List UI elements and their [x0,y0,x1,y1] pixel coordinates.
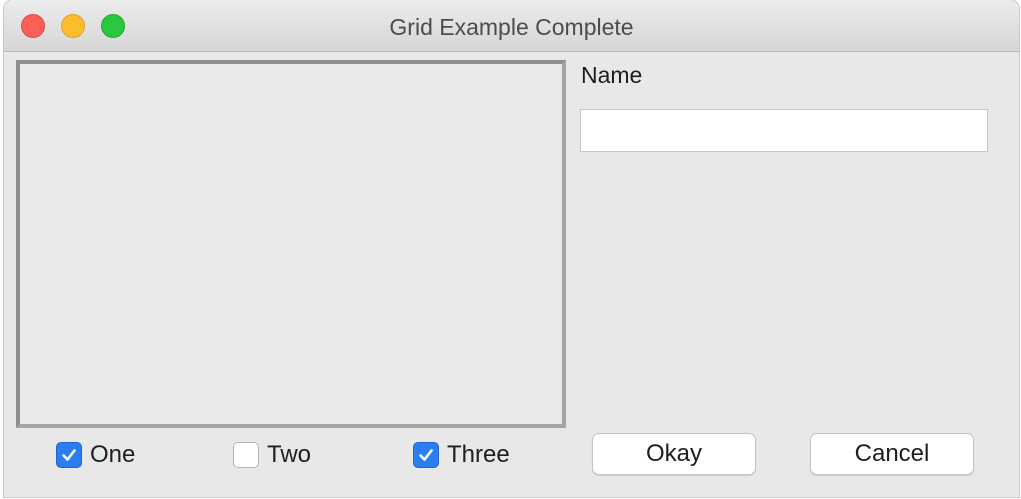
checkbox-three-label: Three [447,441,510,468]
checkbox-one[interactable]: One [56,441,135,469]
close-window-button[interactable] [21,14,45,38]
checkmark-icon [419,449,433,461]
zoom-window-button[interactable] [101,14,125,38]
minimize-window-button[interactable] [61,14,85,38]
app-window: Grid Example Complete Name One Two Three… [4,0,1019,497]
name-label: Name [581,62,643,88]
checkbox-three-box[interactable] [413,442,439,468]
name-input[interactable] [580,109,988,152]
checkbox-two-box[interactable] [233,442,259,468]
window-title: Grid Example Complete [389,14,634,40]
checkbox-one-box[interactable] [56,442,82,468]
checkbox-two-label: Two [267,441,312,468]
checkmark-icon [62,449,76,461]
content-panel [16,60,566,428]
cancel-button[interactable]: Cancel [810,433,974,475]
checkbox-three[interactable]: Three [413,441,510,469]
title-bar[interactable]: Grid Example Complete [4,0,1019,52]
checkbox-one-label: One [90,441,136,468]
okay-button[interactable]: Okay [592,433,756,475]
checkbox-two[interactable]: Two [233,441,311,469]
